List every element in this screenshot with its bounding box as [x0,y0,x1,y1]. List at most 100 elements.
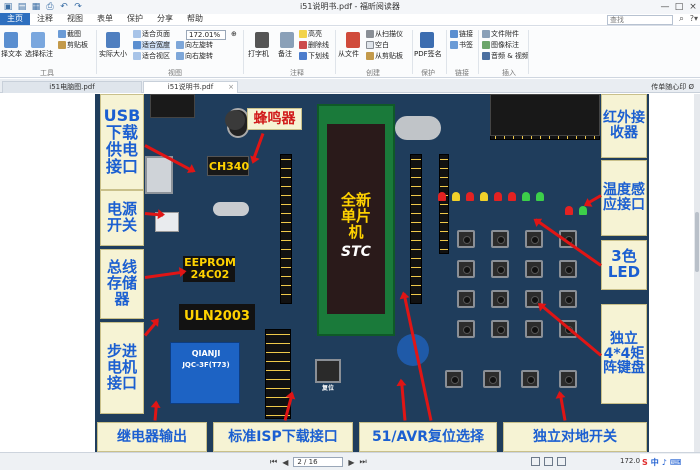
actual-size-icon[interactable] [106,32,120,48]
label-power-switch: 电源开关 [100,190,144,246]
fit-width-button[interactable]: 适合宽度 [133,41,170,50]
search-icon[interactable]: ⌕ [679,14,684,24]
insert-group-label: 插入 [502,69,516,77]
facing-page-icon[interactable] [557,457,566,466]
label-buzzer: 蜂鸣器 [247,108,302,130]
matrix-key [491,290,509,308]
tab-home[interactable]: 主页 [0,13,30,25]
ime-voice-icon[interactable]: ♪ [662,458,667,467]
next-page-icon[interactable]: ▶ [348,458,354,467]
zoom-field[interactable]: 172.01% [186,30,226,40]
link-button[interactable]: 链接 [450,30,473,39]
prev-page-icon[interactable]: ◀ [282,458,288,467]
create-from-file-button[interactable]: 从文件 [338,50,359,59]
label-uln2003: ULN2003 [184,309,250,325]
zoom-in-icon[interactable]: ⊕ [231,30,237,39]
links-group-label: 链接 [455,69,469,77]
help-icon[interactable]: ?▾ [690,14,698,23]
note-icon[interactable] [280,32,294,48]
keyboard-icon[interactable]: ⌨ [670,458,682,467]
first-page-icon[interactable]: ⏮ [270,457,277,467]
label-relay-output: 继电器输出 [97,422,207,452]
pdf-sign-button[interactable]: PDF签名 [414,50,442,59]
file-attachment-button[interactable]: 文件附件 [482,30,519,39]
bookmark-button[interactable]: 书签 [450,41,473,50]
pin-header [280,154,292,304]
close-button[interactable]: × [686,0,700,14]
tab-help[interactable]: 帮助 [180,13,210,25]
attachment-icon [482,30,490,38]
rotate-left-button[interactable]: 向左旋转 [176,41,213,50]
select-annotation-button[interactable]: 选择标注 [25,50,53,59]
label-bus-storage: 总线存储器 [100,249,144,319]
maximize-button[interactable]: □ [672,0,686,14]
underline-button[interactable]: 下划线 [299,52,329,61]
single-page-icon[interactable] [531,457,540,466]
pdf-sign-icon[interactable] [420,32,434,48]
fit-width-icon [133,41,141,49]
crystal [395,116,441,140]
create-from-file-icon[interactable] [346,32,360,48]
typewriter-button[interactable]: 打字机 [248,50,269,59]
arrow-eeprom [144,270,185,279]
matrix-key [457,320,475,338]
tab-view[interactable]: 视图 [60,13,90,25]
snapshot-button[interactable]: 截图 [58,30,81,39]
from-clipboard-button[interactable]: 从剪贴板 [366,52,403,61]
strikeout-button[interactable]: 删除线 [299,41,329,50]
underline-icon [299,52,307,60]
usb-port [145,156,173,194]
fit-visible-button[interactable]: 适合视区 [133,52,170,61]
image-icon [482,41,490,49]
document-view[interactable]: QIANJI JQC-3F(T73) STC 复位 USB下载供电接口 蜂鸣器 … [0,94,700,452]
from-scanner-button[interactable]: 从扫描仪 [366,30,403,39]
view-group-label: 视图 [168,69,182,77]
independent-key [445,370,463,388]
image-annotation-button[interactable]: 图像标注 [482,41,519,50]
tab-comment[interactable]: 注释 [30,13,60,25]
label-isp-interface: 标准ISP下载接口 [213,422,353,452]
arrow-power [144,212,164,217]
clipboard-button[interactable]: 剪贴板 [58,41,88,50]
matrix-key [491,260,509,278]
led-yellow [452,192,460,201]
note-button[interactable]: 备注 [278,50,292,59]
vertical-scrollbar[interactable] [694,94,700,452]
scrollbar-thumb[interactable] [695,212,699,272]
hand-tool-icon[interactable] [4,32,18,48]
search-input[interactable]: 查找 [607,15,673,25]
blank-label: 空白 [375,41,389,49]
actual-size-button[interactable]: 实际大小 [99,50,127,59]
matrix-key [457,260,475,278]
rotate-left-icon [176,41,184,49]
label-temperature: 温度感应接口 [601,160,647,236]
tab-share[interactable]: 分享 [150,13,180,25]
select-text-button[interactable]: 择文本 [1,50,22,59]
continuous-page-icon[interactable] [544,457,553,466]
select-annotation-icon[interactable] [31,32,45,48]
fit-page-button[interactable]: 适合页面 [133,30,170,39]
doc-tab-schematic[interactable]: i51电脑图.pdf [2,81,142,93]
page-number-field[interactable]: 2 / 16 [293,457,344,467]
fit-visible-icon [133,52,141,60]
tab-protect[interactable]: 保护 [120,13,150,25]
divider [528,30,529,74]
tools-group-label: 工具 [40,69,54,77]
rotate-right-button[interactable]: 向右旋转 [176,52,213,61]
window-title: i51说明书.pdf - 福昕阅读器 [300,2,400,11]
highlight-button[interactable]: 高亮 [299,30,322,39]
close-tab-icon[interactable]: × [228,82,234,93]
crystal [213,202,249,216]
file-attachment-label: 文件附件 [491,30,519,38]
audio-video-button[interactable]: 音频 & 视频 [482,52,529,61]
ime-language-icon[interactable]: 中 [651,457,659,468]
led-red [438,192,446,201]
typewriter-icon[interactable] [255,32,269,48]
tab-form[interactable]: 表单 [90,13,120,25]
doc-tab-manual[interactable]: i51说明书.pdf × [143,81,238,93]
minimize-button[interactable]: — [658,0,672,14]
sogou-ime-icon[interactable]: S [642,458,648,467]
blank-button[interactable]: 空白 [366,41,389,50]
last-page-icon[interactable]: ⏭ [360,457,367,467]
fit-page-label: 适合页面 [142,30,170,38]
